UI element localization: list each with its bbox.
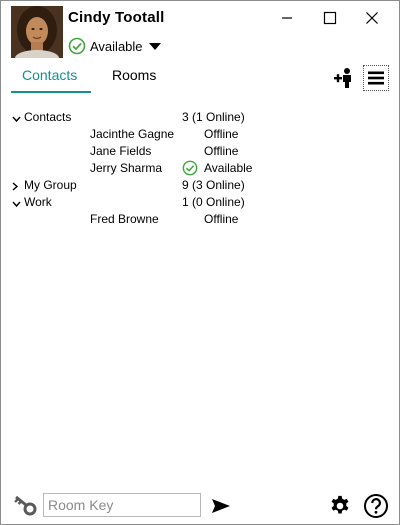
maximize-icon xyxy=(323,11,337,25)
add-person-icon xyxy=(334,68,351,88)
menu-button[interactable] xyxy=(363,65,389,91)
room-key-input[interactable] xyxy=(43,493,201,517)
group-row-contacts[interactable]: Contacts 3 (1 Online) xyxy=(1,109,399,126)
contact-row[interactable]: Jerry Sharma Available xyxy=(1,160,399,177)
minimize-button[interactable] xyxy=(276,7,298,29)
user-name: Cindy Tootall xyxy=(68,9,165,26)
tab-rooms[interactable]: Rooms xyxy=(112,67,156,83)
contact-status: Offline xyxy=(204,127,239,141)
bottom-bar xyxy=(1,489,399,523)
status-selector[interactable]: Available xyxy=(68,37,163,55)
caret-down-icon xyxy=(148,43,161,50)
contact-row[interactable]: Jacinthe Gagne Offline xyxy=(1,126,399,143)
settings-button[interactable] xyxy=(327,493,353,519)
chevron-right-icon[interactable] xyxy=(12,180,19,194)
group-name: Contacts xyxy=(24,110,72,124)
contact-name: Jane Fields xyxy=(90,144,152,158)
contact-status: Offline xyxy=(204,144,239,158)
minimize-icon xyxy=(282,17,292,19)
contact-name: Fred Browne xyxy=(90,212,159,226)
active-tab-indicator xyxy=(11,91,91,93)
maximize-button[interactable] xyxy=(319,7,341,29)
group-summary: 9 (3 Online) xyxy=(182,178,245,192)
group-summary: 3 (1 Online) xyxy=(182,110,245,124)
close-icon xyxy=(366,12,378,24)
send-icon xyxy=(212,499,230,513)
contact-name: Jacinthe Gagne xyxy=(90,127,175,141)
contact-tree: Contacts 3 (1 Online) Jacinthe Gagne Off… xyxy=(1,109,399,228)
group-row-work[interactable]: Work 1 (0 Online) xyxy=(1,194,399,211)
group-name: Work xyxy=(24,195,52,209)
chevron-down-icon[interactable] xyxy=(12,197,21,211)
tab-contacts[interactable]: Contacts xyxy=(22,67,77,83)
avatar-image xyxy=(11,6,63,58)
contact-name: Jerry Sharma xyxy=(90,161,163,175)
check-circle-icon xyxy=(68,37,86,55)
key-button[interactable] xyxy=(11,493,39,519)
contact-status: Available xyxy=(204,161,253,175)
chevron-down-icon[interactable] xyxy=(12,112,21,126)
contact-row[interactable]: Fred Browne Offline xyxy=(1,211,399,228)
key-icon xyxy=(14,495,37,516)
app-window: Cindy Tootall Available Contacts Rooms C… xyxy=(0,0,400,525)
status-label: Available xyxy=(90,38,143,54)
hamburger-menu-icon xyxy=(368,71,384,85)
avatar[interactable] xyxy=(11,6,63,58)
group-name: My Group xyxy=(24,178,77,192)
group-summary: 1 (0 Online) xyxy=(182,195,245,209)
send-button[interactable] xyxy=(209,495,233,517)
contact-row[interactable]: Jane Fields Offline xyxy=(1,143,399,160)
add-contact-button[interactable] xyxy=(332,66,356,90)
help-icon xyxy=(364,494,388,518)
gear-icon xyxy=(331,495,349,514)
help-button[interactable] xyxy=(362,492,390,520)
group-row-my-group[interactable]: My Group 9 (3 Online) xyxy=(1,177,399,194)
close-button[interactable] xyxy=(361,7,383,29)
contact-status: Offline xyxy=(204,212,239,226)
